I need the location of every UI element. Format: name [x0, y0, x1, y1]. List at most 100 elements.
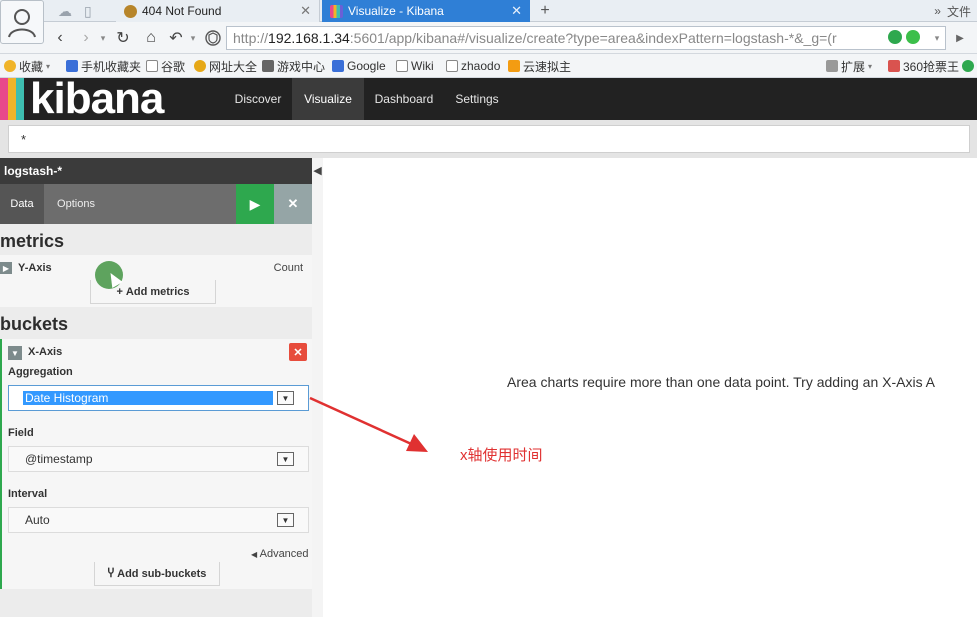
bookmark-extra[interactable] — [962, 54, 974, 78]
nav-tab-dashboard[interactable]: Dashboard — [366, 78, 442, 120]
bookmark-label: 收藏 — [19, 59, 44, 74]
add-sub-buckets-button[interactable]: Ⴤ Add sub-buckets — [94, 562, 220, 586]
caret-down-icon[interactable]: ▼ — [8, 346, 22, 360]
url-rest: :5601/app/kibana#/visualize/create?type=… — [349, 30, 837, 46]
caret-left-icon: ◀ — [251, 550, 258, 559]
bookmark-zhaodo[interactable]: zhaodo — [446, 54, 500, 78]
chevron-down-icon[interactable]: ▾ — [188, 26, 198, 50]
more-tabs-button[interactable]: » — [934, 4, 941, 18]
tab-strip-icons: ☁ ▯ — [50, 0, 110, 22]
new-tab-plus-icon[interactable]: + — [536, 0, 554, 22]
logo-bar-teal — [16, 78, 24, 120]
aggregation-label: Aggregation — [8, 366, 73, 378]
interval-select[interactable]: Auto ▼ — [8, 507, 309, 533]
play-icon: ▶ — [249, 195, 261, 212]
aggregation-select[interactable]: Date Histogram ▼ — [8, 385, 309, 411]
bookmark-label: 扩展 — [841, 59, 866, 74]
address-bar[interactable]: http://192.168.1.34:5601/app/kibana#/vis… — [226, 26, 946, 50]
url-host: 192.168.1.34 — [268, 30, 350, 46]
buckets-heading: buckets — [0, 314, 69, 334]
browser-tab-bar: ☁ ▯ 404 Not Found ✕ Visualize - Kibana ✕… — [0, 0, 977, 22]
kibana-nav-bar: kibana Discover Visualize Dashboard Sett… — [0, 77, 977, 121]
chevron-down-icon[interactable]: ▼ — [277, 452, 294, 466]
undo-icon[interactable]: ↶ — [166, 26, 186, 50]
remove-x-axis-button[interactable]: ✕ — [289, 343, 307, 361]
home-icon[interactable]: ⌂ — [140, 26, 162, 50]
globe-icon — [194, 60, 206, 72]
chevron-down-icon[interactable]: ▾ — [98, 26, 108, 50]
caret-right-icon[interactable]: ▶ — [0, 262, 12, 274]
forward-icon[interactable]: › — [76, 26, 96, 50]
close-icon[interactable]: ✕ — [300, 3, 311, 19]
bookmark-google[interactable]: Google — [332, 54, 386, 78]
bookmark-games[interactable]: 游戏中心 — [262, 54, 325, 78]
apply-changes-button[interactable]: ▶ — [236, 184, 274, 224]
bookmark-label: 云速拟主 — [523, 59, 572, 74]
reload-icon[interactable]: ↻ — [112, 26, 134, 50]
gamepad-icon — [262, 60, 274, 72]
visualization-canvas: Area charts require more than one data p… — [323, 158, 977, 617]
aggregation-value: Date Histogram — [23, 391, 273, 405]
collapse-sidebar-icon[interactable]: ◀ — [312, 158, 323, 617]
chevron-down-icon[interactable]: ▼ — [277, 513, 294, 527]
bookmark-label: 360抢票王 — [903, 59, 960, 74]
metrics-panel: ▶ Y-Axis Count + Add metrics — [0, 255, 312, 307]
extensions-menu[interactable]: 扩展 ▾ — [826, 54, 872, 78]
y-axis-label: Y-Axis — [18, 262, 52, 274]
y-axis-aggregation: Count — [273, 262, 303, 274]
annotation-label: x轴使用时间 — [460, 447, 543, 464]
field-select[interactable]: @timestamp ▼ — [8, 446, 309, 472]
advanced-toggle[interactable]: ◀ Advanced — [251, 548, 309, 560]
sidebar-tabs: Data Options ▶ ✕ — [0, 184, 312, 224]
kibana-logo[interactable]: kibana — [0, 77, 164, 121]
bookmark-sites[interactable]: 网址大全 — [194, 54, 257, 78]
cloud-icon[interactable]: ☁ — [58, 3, 72, 20]
browser-tab-404[interactable]: 404 Not Found ✕ — [116, 0, 320, 22]
green-badge-icon[interactable] — [888, 30, 902, 44]
close-icon[interactable]: ✕ — [511, 3, 522, 19]
user-avatar-icon[interactable] — [0, 0, 44, 44]
discard-changes-button[interactable]: ✕ — [274, 184, 312, 224]
page-icon — [446, 60, 458, 72]
nav-tab-discover[interactable]: Discover — [226, 78, 290, 120]
tab-title: Visualize - Kibana — [348, 4, 444, 18]
play-small-icon[interactable]: ▶ — [952, 26, 968, 50]
phone-icon[interactable]: ▯ — [84, 3, 92, 20]
interval-value: Auto — [25, 513, 50, 527]
bookmark-label: 网址大全 — [209, 59, 258, 74]
logo-bar-yellow — [8, 78, 16, 120]
bookmark-label: 游戏中心 — [277, 59, 326, 74]
tab-title: 404 Not Found — [142, 4, 222, 18]
query-input[interactable] — [8, 125, 970, 153]
browser-nav-bar: ‹ › ▾ ↻ ⌂ ↶ ▾ http://192.168.1.34:5601/a… — [0, 22, 977, 54]
cloud-icon — [508, 60, 520, 72]
chevron-down-icon[interactable]: ▾ — [930, 26, 944, 50]
tab-favicon-icon — [124, 4, 137, 18]
y-axis-row[interactable]: ▶ Y-Axis Count — [0, 259, 312, 279]
browser-tab-kibana[interactable]: Visualize - Kibana ✕ — [322, 0, 530, 22]
back-icon[interactable]: ‹ — [50, 26, 70, 50]
green-circle-icon — [962, 60, 974, 72]
add-sub-buckets-label: Add sub-buckets — [117, 567, 207, 580]
interval-label: Interval — [8, 488, 48, 500]
nav-tab-visualize[interactable]: Visualize — [292, 78, 364, 120]
tab-options[interactable]: Options — [44, 184, 108, 224]
file-menu[interactable]: 文件 — [947, 3, 971, 20]
chevron-down-icon: ▾ — [46, 61, 51, 71]
vis-editor-sidebar: logstash-* Data Options ▶ ✕ metrics ▶ Y-… — [0, 158, 312, 617]
page-icon — [146, 60, 158, 72]
shield-icon[interactable] — [202, 26, 224, 50]
url-prefix: http:// — [233, 30, 269, 46]
tabbar-right: » 文件 — [934, 0, 971, 22]
field-label: Field — [8, 427, 34, 439]
query-bar — [0, 120, 977, 158]
bookmark-label: 手机收藏夹 — [81, 59, 142, 74]
chevron-down-icon[interactable]: ▼ — [277, 391, 294, 405]
nav-tab-settings[interactable]: Settings — [446, 78, 508, 120]
field-value: @timestamp — [25, 452, 93, 466]
bookmark-360-ticket[interactable]: 360抢票王 — [888, 54, 959, 78]
tab-data[interactable]: Data — [0, 184, 44, 224]
bookmark-wiki[interactable]: Wiki — [396, 54, 434, 78]
bookmark-cloud-host[interactable]: 云速拟主 — [508, 54, 571, 78]
extension-icon[interactable] — [906, 30, 920, 44]
